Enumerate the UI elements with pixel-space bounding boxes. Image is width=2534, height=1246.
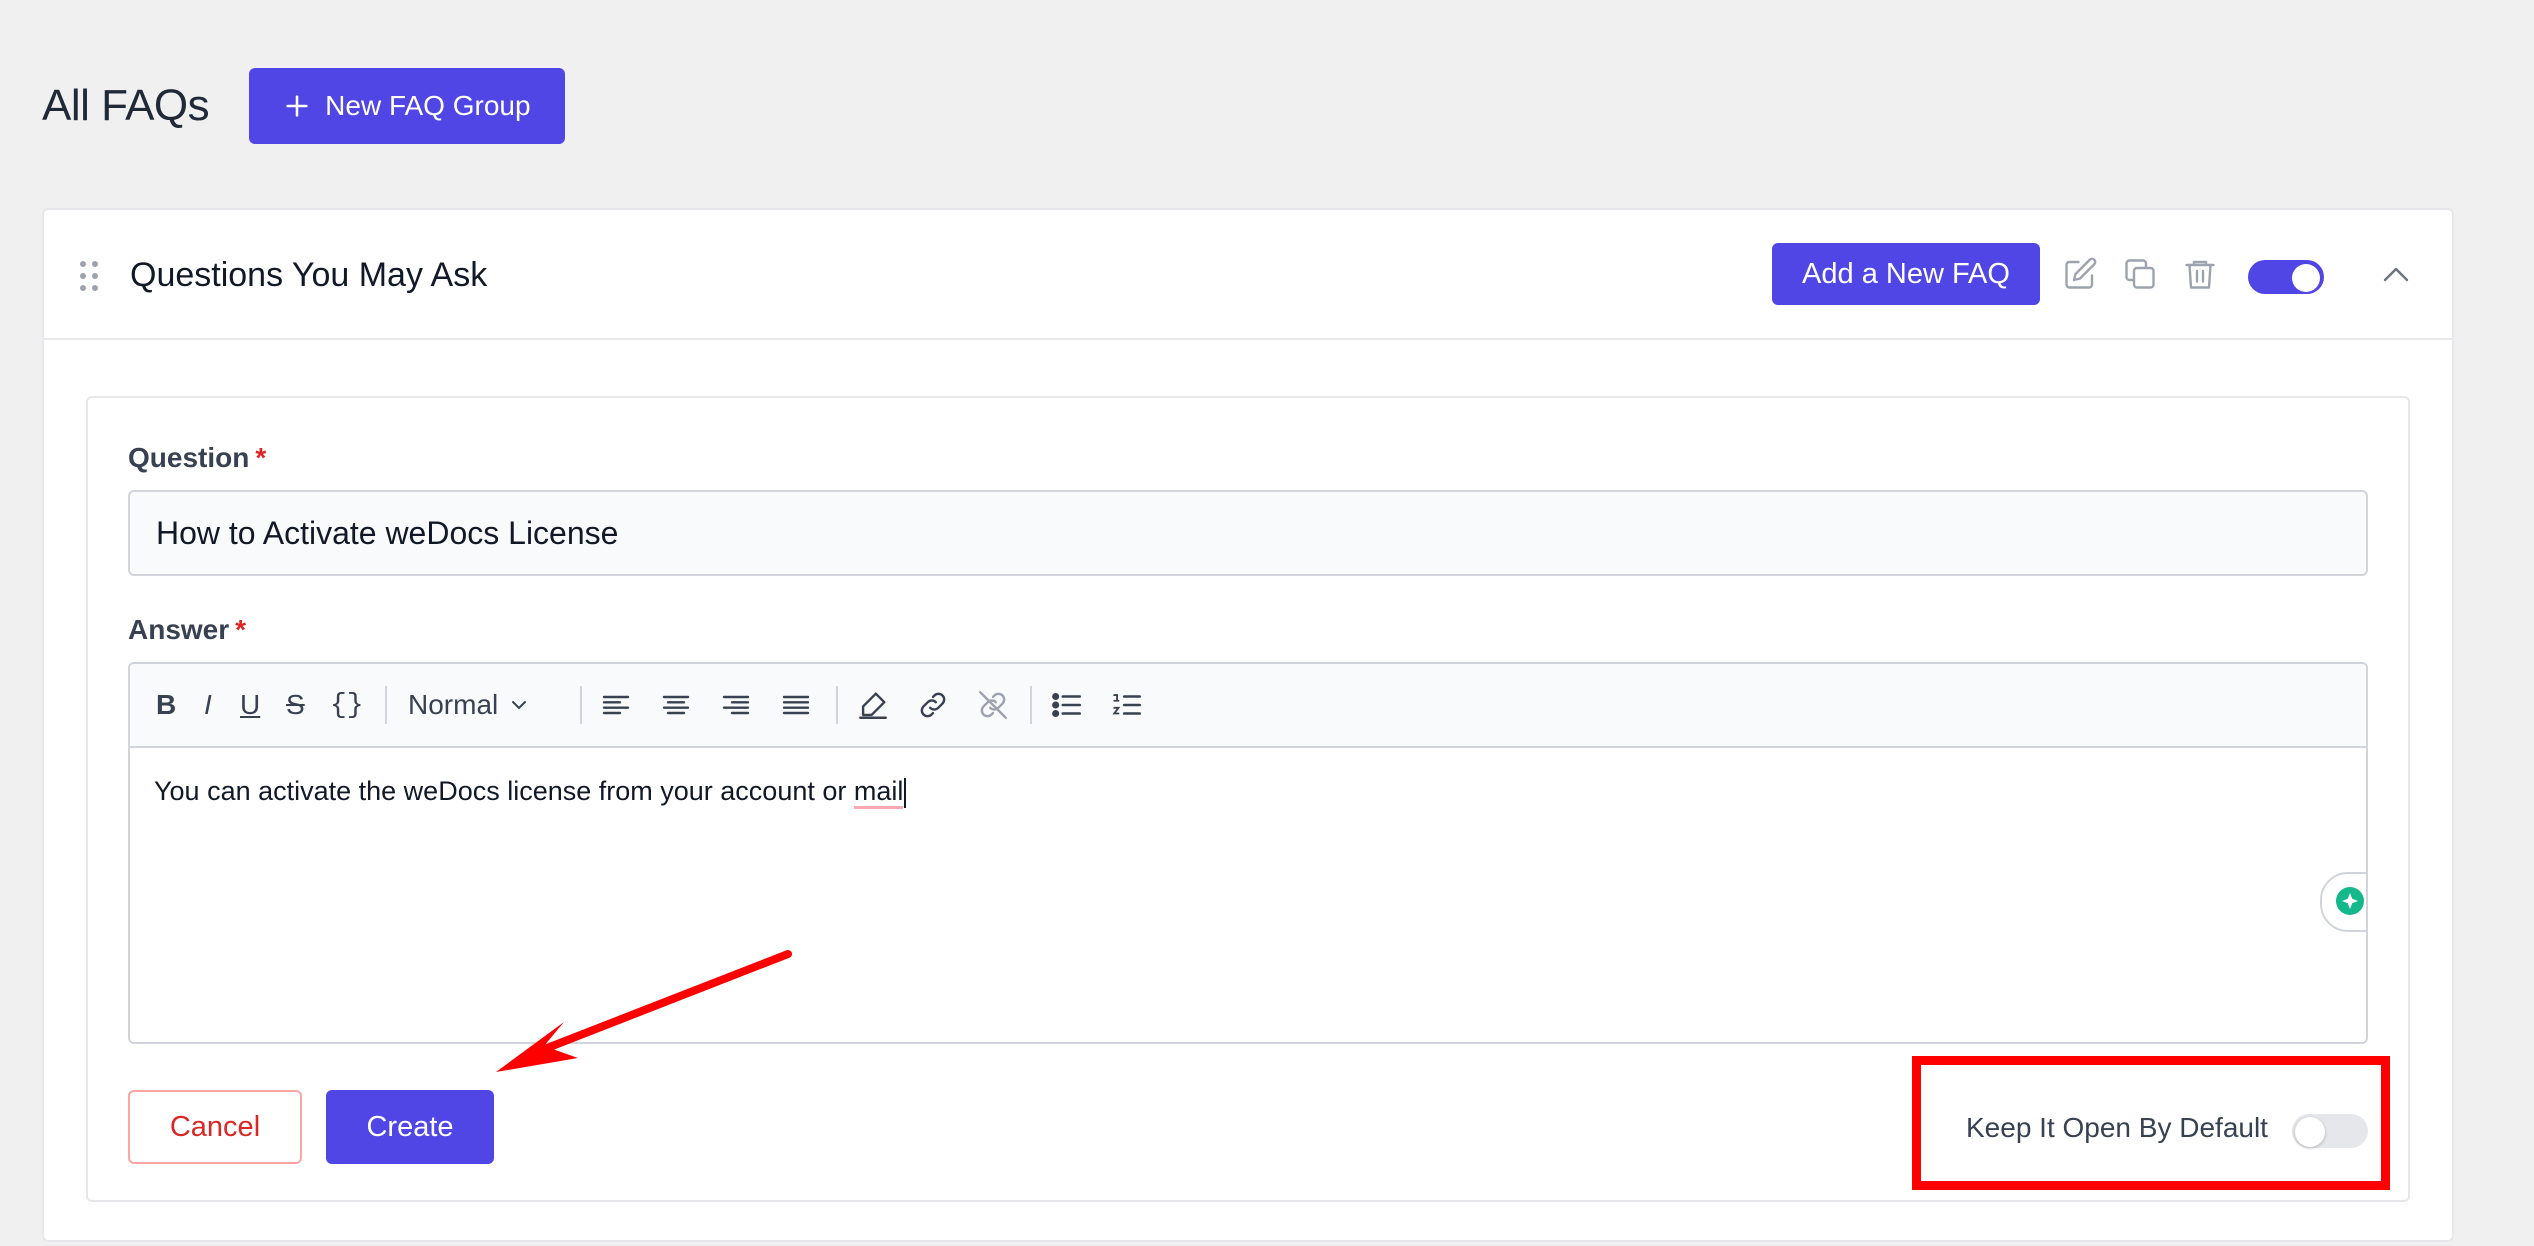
group-enabled-toggle[interactable] (2248, 260, 2324, 294)
drag-handle-icon[interactable] (78, 260, 100, 292)
strikethrough-button[interactable]: S (286, 688, 305, 722)
duplicate-icon[interactable] (2122, 256, 2158, 292)
link-icon[interactable] (916, 688, 950, 722)
toolbar-divider (385, 686, 387, 724)
grammar-assistant-widget[interactable] (2320, 872, 2366, 932)
grammarly-icon[interactable] (2334, 885, 2366, 917)
faq-group-title: Questions You May Ask (130, 256, 488, 294)
annotation-arrow (496, 950, 792, 1072)
edit-icon[interactable] (2062, 256, 2098, 292)
new-faq-group-label: New FAQ Group (325, 90, 531, 121)
editor-toolbar: B I U S {} Normal (130, 664, 2366, 748)
chevron-down-icon (512, 701, 527, 710)
answer-editor[interactable]: B I U S {} Normal You can activate the w… (128, 662, 2368, 1044)
toolbar-divider (1030, 686, 1032, 724)
create-button[interactable]: Create (326, 1090, 494, 1164)
toolbar-divider (836, 686, 838, 724)
required-mark: * (255, 442, 267, 473)
bullet-list-icon[interactable] (1050, 688, 1084, 722)
numbered-list-icon[interactable] (1110, 688, 1144, 722)
align-center-icon[interactable] (660, 688, 692, 722)
toggle-knob (2292, 264, 2320, 292)
add-new-faq-button[interactable]: Add a New FAQ (1772, 243, 2040, 305)
faq-group-header: Questions You May Ask Add a New FAQ (44, 210, 2452, 340)
highlight-pen-icon[interactable] (856, 688, 890, 722)
question-label: Question * (128, 442, 266, 474)
answer-text: You can activate the weDocs license from… (154, 776, 854, 806)
underline-button[interactable]: U (240, 688, 260, 722)
question-label-text: Question (128, 442, 250, 473)
plus-icon (286, 95, 308, 117)
trash-icon[interactable] (2182, 256, 2218, 292)
answer-label-text: Answer (128, 614, 230, 645)
required-mark: * (235, 614, 247, 645)
format-select[interactable]: Normal (408, 688, 528, 722)
new-faq-group-button[interactable]: New FAQ Group (249, 68, 565, 144)
align-justify-icon[interactable] (780, 688, 812, 722)
unlink-icon[interactable] (976, 688, 1010, 722)
page-header: All FAQs New FAQ Group (42, 68, 565, 144)
answer-editor-content[interactable]: You can activate the weDocs license from… (130, 748, 2366, 836)
text-caret (904, 777, 907, 808)
format-select-value: Normal (408, 689, 499, 720)
chevron-up-icon[interactable] (2382, 264, 2410, 284)
cancel-button[interactable]: Cancel (128, 1090, 302, 1164)
bold-button[interactable]: B (156, 688, 176, 722)
page-title: All FAQs (42, 81, 210, 130)
toolbar-divider (580, 686, 582, 724)
question-input[interactable] (128, 490, 2368, 576)
code-button[interactable]: {} (330, 688, 364, 722)
annotation-highlight-box (1912, 1056, 2390, 1190)
answer-label: Answer * (128, 614, 246, 646)
misspelled-word: mail (853, 776, 904, 809)
italic-button[interactable]: I (204, 688, 212, 722)
align-right-icon[interactable] (720, 688, 752, 722)
align-left-icon[interactable] (600, 688, 632, 722)
